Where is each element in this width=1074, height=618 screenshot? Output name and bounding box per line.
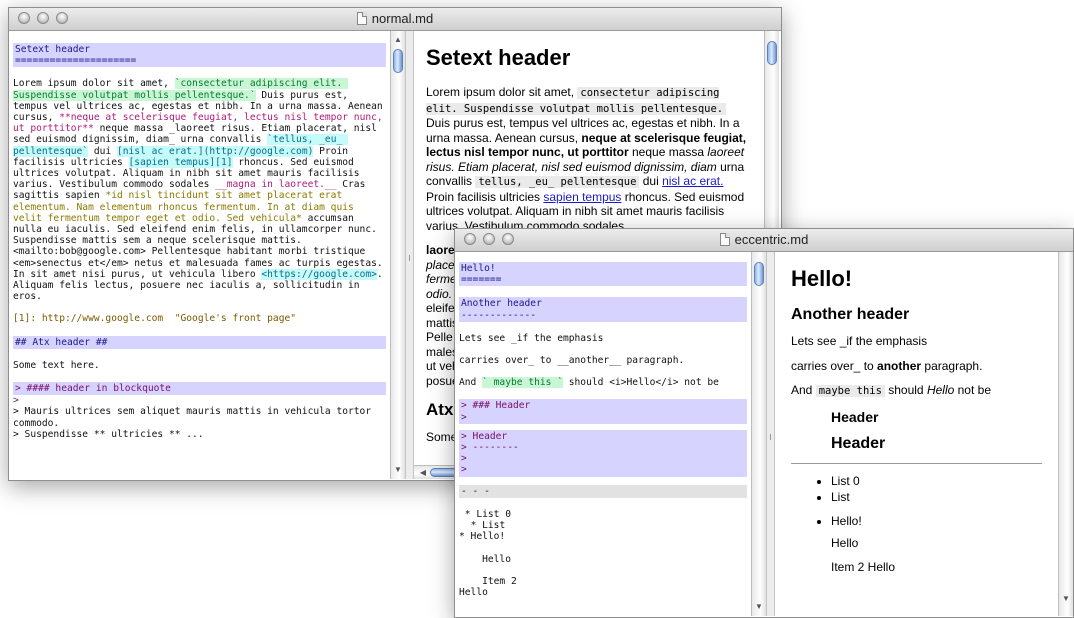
blockquote-text-source-2: > Suspendisse ** ultricies ** ...: [13, 428, 204, 440]
preview-paragraph: Lorem ipsum dolor sit amet, consectetur …: [426, 85, 747, 233]
preview-heading-setext: Setext header: [426, 45, 571, 70]
blockquote-header-source: > #### header in blockquote: [13, 382, 386, 396]
split-divider[interactable]: [766, 252, 775, 616]
setext-header-source: Setext header =====================: [13, 43, 386, 68]
window-title-text: eccentric.md: [734, 232, 809, 247]
title-bar[interactable]: normal.md: [9, 8, 781, 31]
horizontal-rule-source: - - -: [459, 484, 747, 498]
list-source: * List 0 * List * Hello! Hello Item 2 He…: [459, 508, 517, 599]
preview-vertical-scrollbar[interactable]: ▼: [1058, 252, 1073, 616]
source-vertical-scrollbar[interactable]: ▼: [751, 252, 766, 616]
preview-carries: carries over_ to another paragraph.: [791, 358, 983, 373]
scroll-left-arrow-icon[interactable]: ◀: [416, 466, 430, 480]
markdown-source-pane[interactable]: Hello! ======= Another header ----------…: [455, 252, 751, 616]
and-source: And ` maybe this ` should <i>Hello</i> n…: [459, 377, 719, 389]
preview-list: List 0 List: [791, 474, 1042, 504]
source-vertical-scrollbar[interactable]: ▲ ▼: [390, 31, 405, 479]
preview-hello: Hello: [831, 535, 859, 550]
preview-link-nisl[interactable]: nisl ac erat.: [662, 174, 723, 188]
carries-source: carries over_ to __another__ paragraph.: [459, 355, 685, 367]
preview-link-sapien[interactable]: sapien tempus: [543, 190, 621, 204]
blockquote-setext-source: > Header > -------- > >: [459, 429, 747, 477]
document-icon: [356, 12, 367, 25]
list-item: List 0: [831, 474, 1042, 488]
lets-see-source: Lets see _if the emphasis: [459, 332, 604, 344]
some-text-source: Some text here.: [13, 359, 100, 371]
html-preview-pane[interactable]: Hello! Another header Lets see _if the e…: [775, 252, 1058, 616]
preview-heading-hello: Hello!: [791, 266, 853, 291]
window-title: normal.md: [9, 11, 781, 26]
blockquote-header-source: > ### Header >: [459, 399, 747, 424]
scroll-down-arrow-icon[interactable]: ▼: [391, 463, 405, 477]
preview-blockquote-header-1: Header: [831, 408, 879, 425]
blockquote-line: >: [13, 395, 19, 407]
atx-header-source: ## Atx header ##: [13, 335, 386, 349]
preview-blockquote-header-2: Header: [831, 434, 886, 452]
scroll-thumb[interactable]: [754, 262, 764, 286]
blockquote-text-source: > Mauris ultrices sem aliquet mauris mat…: [13, 406, 377, 429]
scroll-up-arrow-icon[interactable]: ▲: [391, 33, 405, 47]
scroll-thumb[interactable]: [767, 41, 777, 65]
reference-link-source: [1]: http://www.google.com "Google's fro…: [13, 313, 297, 325]
hello-header-source: Hello! =======: [459, 262, 747, 287]
preview-horizontal-rule: [791, 462, 1042, 464]
window-title-text: normal.md: [371, 11, 434, 26]
list-item: List: [831, 490, 1042, 504]
paragraph-source: Lorem ipsum dolor sit amet, `consectetur…: [13, 78, 389, 303]
preview-lets-see: Lets see _if the emphasis: [791, 334, 928, 348]
split-divider[interactable]: [405, 31, 414, 479]
preview-and: And maybe this should Hello not be: [791, 383, 991, 397]
window-eccentric-md: eccentric.md Hello! ======= Another head…: [454, 228, 1074, 618]
title-bar[interactable]: eccentric.md: [455, 229, 1073, 252]
markdown-source-pane[interactable]: Setext header ===================== Lore…: [9, 31, 390, 479]
scroll-down-arrow-icon[interactable]: ▼: [752, 600, 766, 614]
document-icon: [719, 233, 730, 246]
list-item: Hello!: [831, 514, 1042, 528]
scroll-down-arrow-icon[interactable]: ▼: [1059, 592, 1073, 606]
window-title: eccentric.md: [455, 232, 1073, 247]
preview-heading-another: Another header: [791, 306, 910, 323]
preview-list-2: Hello!: [791, 514, 1042, 528]
scroll-thumb[interactable]: [393, 49, 403, 73]
preview-item-2: Item 2 Hello: [831, 560, 896, 574]
another-header-source: Another header -------------: [459, 297, 747, 322]
